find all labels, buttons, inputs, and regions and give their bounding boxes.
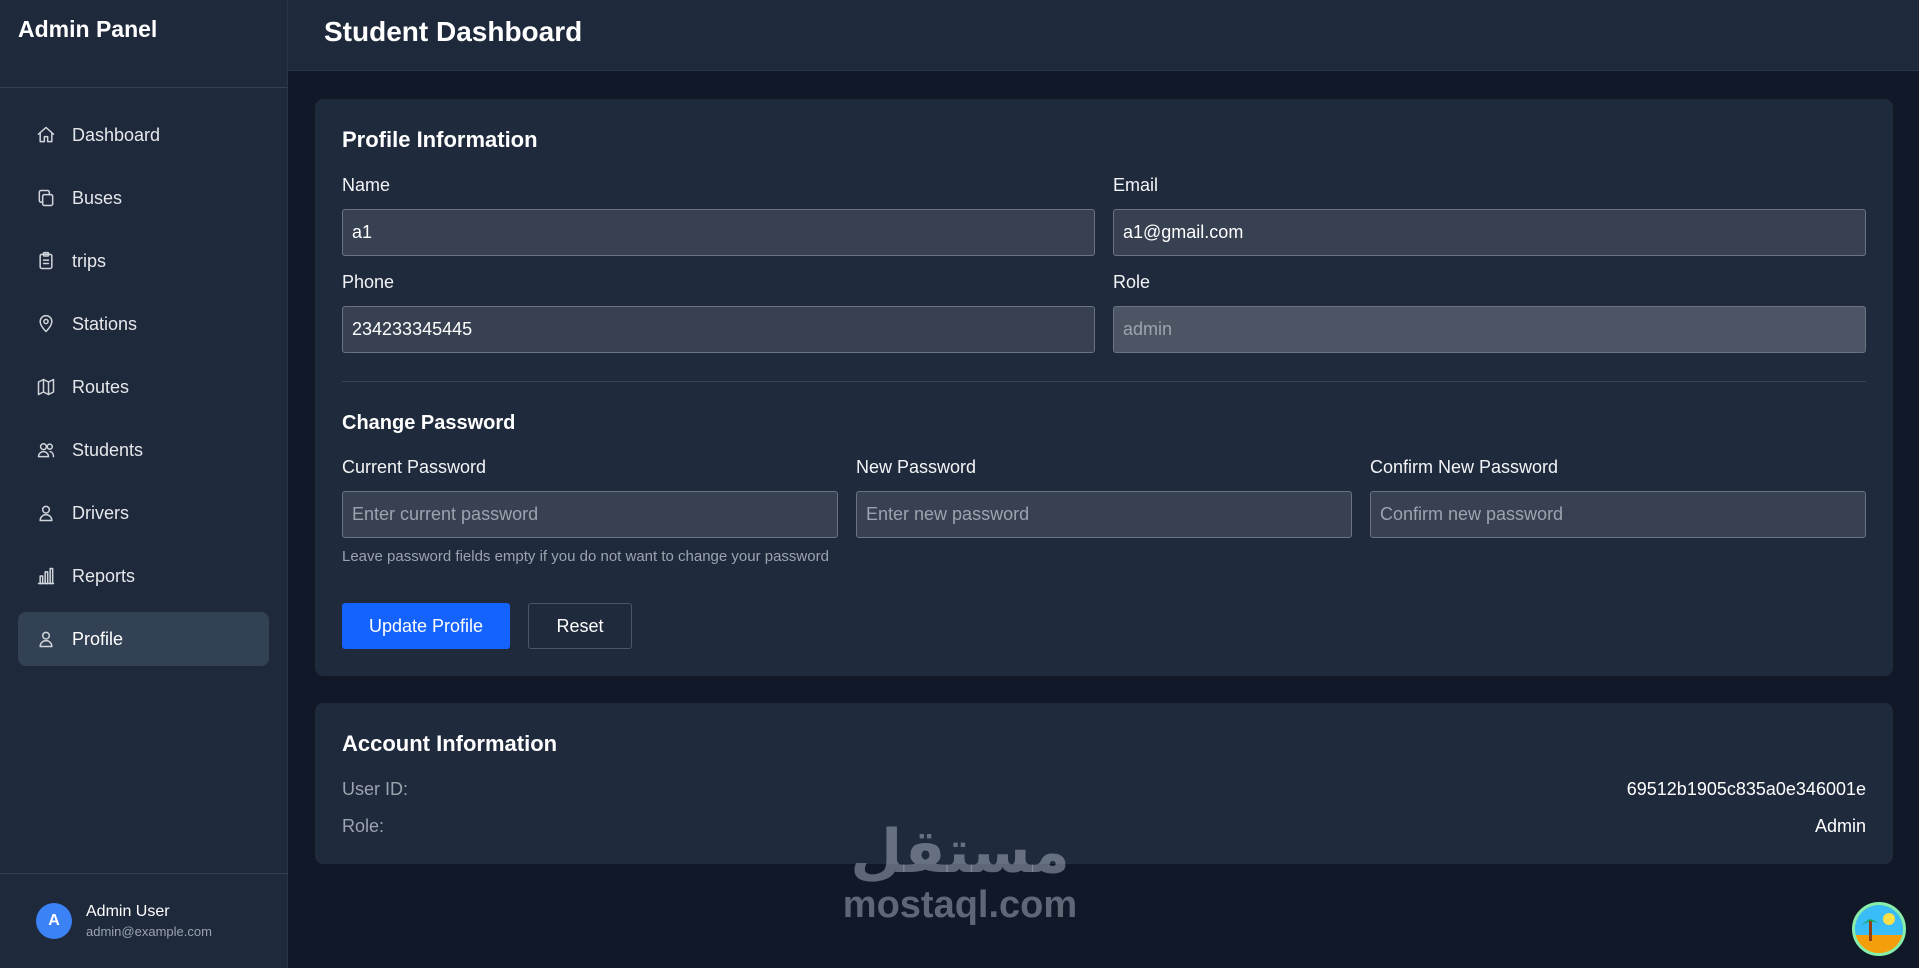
profile-title: Profile Information xyxy=(342,127,538,152)
sidebar-item-dashboard[interactable]: Dashboard xyxy=(18,108,269,162)
sidebar-item-label: Stations xyxy=(72,313,138,334)
sidebar: Admin Panel Dashboard Buses trips Statio… xyxy=(0,0,288,968)
update-profile-button[interactable]: Update Profile xyxy=(342,603,510,649)
sidebar-item-label: Students xyxy=(72,439,144,460)
profile-card: Profile Information Name Email Phone xyxy=(315,99,1893,676)
current-password-input[interactable] xyxy=(342,491,838,538)
user-id-row: User ID: 69512b1905c835a0e346001e xyxy=(342,779,1866,800)
current-password-label: Current Password xyxy=(342,457,487,477)
sidebar-nav: Dashboard Buses trips Stations Routes St… xyxy=(0,88,287,666)
sidebar-item-label: Drivers xyxy=(72,502,129,523)
topbar: Student Dashboard xyxy=(288,0,1919,71)
password-fields: Current Password New Password Confirm Ne… xyxy=(342,457,1866,554)
user-info: Admin User admin@example.com xyxy=(86,903,212,939)
confirm-password-group: Confirm New Password xyxy=(1370,457,1866,538)
sidebar-item-label: trips xyxy=(72,250,107,271)
email-field-group: Email xyxy=(1113,175,1866,256)
user-icon xyxy=(36,503,56,523)
current-user[interactable]: A Admin User admin@example.com xyxy=(0,873,288,968)
name-label: Name xyxy=(342,175,391,195)
profile-fields: Name Email Phone Role xyxy=(342,175,1866,369)
sidebar-item-label: Profile xyxy=(72,628,124,649)
name-field-group: Name xyxy=(342,175,1095,256)
phone-label: Phone xyxy=(342,272,395,292)
email-label: Email xyxy=(1113,175,1159,195)
sidebar-item-stations[interactable]: Stations xyxy=(18,297,269,351)
map-pin-icon xyxy=(36,314,56,334)
confirm-password-label: Confirm New Password xyxy=(1370,457,1559,477)
sidebar-item-students[interactable]: Students xyxy=(18,423,269,477)
copy-icon xyxy=(36,188,56,208)
bar-chart-icon xyxy=(36,566,56,586)
clipboard-icon xyxy=(36,251,56,271)
current-password-group: Current Password xyxy=(342,457,838,538)
sidebar-title: Admin Panel xyxy=(0,0,287,88)
page-title: Student Dashboard xyxy=(324,16,583,47)
map-icon xyxy=(36,377,56,397)
sidebar-item-label: Dashboard xyxy=(72,124,161,145)
reset-button[interactable]: Reset xyxy=(528,603,632,649)
name-input[interactable] xyxy=(342,209,1095,256)
account-role-value: Admin xyxy=(1814,816,1866,836)
sidebar-item-buses[interactable]: Buses xyxy=(18,171,269,225)
users-icon xyxy=(36,440,56,460)
content: Profile Information Name Email Phone xyxy=(288,71,1919,891)
main-area: Student Dashboard Profile Information Na… xyxy=(288,0,1919,968)
sidebar-item-drivers[interactable]: Drivers xyxy=(18,486,269,540)
sidebar-item-routes[interactable]: Routes xyxy=(18,360,269,414)
confirm-password-input[interactable] xyxy=(1370,491,1866,538)
user-name: Admin User xyxy=(86,903,170,920)
change-password-title: Change Password xyxy=(342,412,516,434)
new-password-input[interactable] xyxy=(856,491,1352,538)
role-label: Role xyxy=(1113,272,1151,292)
sidebar-item-label: Buses xyxy=(72,187,123,208)
avatar: A xyxy=(36,903,72,939)
new-password-label: New Password xyxy=(856,457,977,477)
sidebar-item-trips[interactable]: trips xyxy=(18,234,269,288)
account-title: Account Information xyxy=(342,731,558,756)
account-card: Account Information User ID: 69512b1905c… xyxy=(315,703,1893,864)
user-id-label: User ID: xyxy=(342,779,409,799)
chat-widget-icon[interactable] xyxy=(1852,902,1906,956)
role-row: Role: Admin xyxy=(342,816,1866,837)
user-icon xyxy=(36,629,56,649)
new-password-group: New Password xyxy=(856,457,1352,538)
sidebar-item-profile[interactable]: Profile xyxy=(18,612,269,666)
phone-input[interactable] xyxy=(342,306,1095,353)
email-input[interactable] xyxy=(1113,209,1866,256)
user-id-value: 69512b1905c835a0e346001e xyxy=(1626,779,1866,799)
form-actions: Update Profile Reset xyxy=(342,603,1866,649)
app-root: Admin Panel Dashboard Buses trips Statio… xyxy=(0,0,1919,968)
sidebar-item-label: Routes xyxy=(72,376,130,397)
role-field-group: Role xyxy=(1113,272,1866,353)
home-icon xyxy=(36,125,56,145)
user-email: admin@example.com xyxy=(86,924,212,939)
role-input xyxy=(1113,306,1866,353)
sidebar-item-label: Reports xyxy=(72,565,136,586)
password-hint: Leave password fields empty if you do no… xyxy=(342,548,829,565)
phone-field-group: Phone xyxy=(342,272,1095,353)
divider xyxy=(342,381,1866,382)
account-role-label: Role: xyxy=(342,816,385,836)
sidebar-item-reports[interactable]: Reports xyxy=(18,549,269,603)
